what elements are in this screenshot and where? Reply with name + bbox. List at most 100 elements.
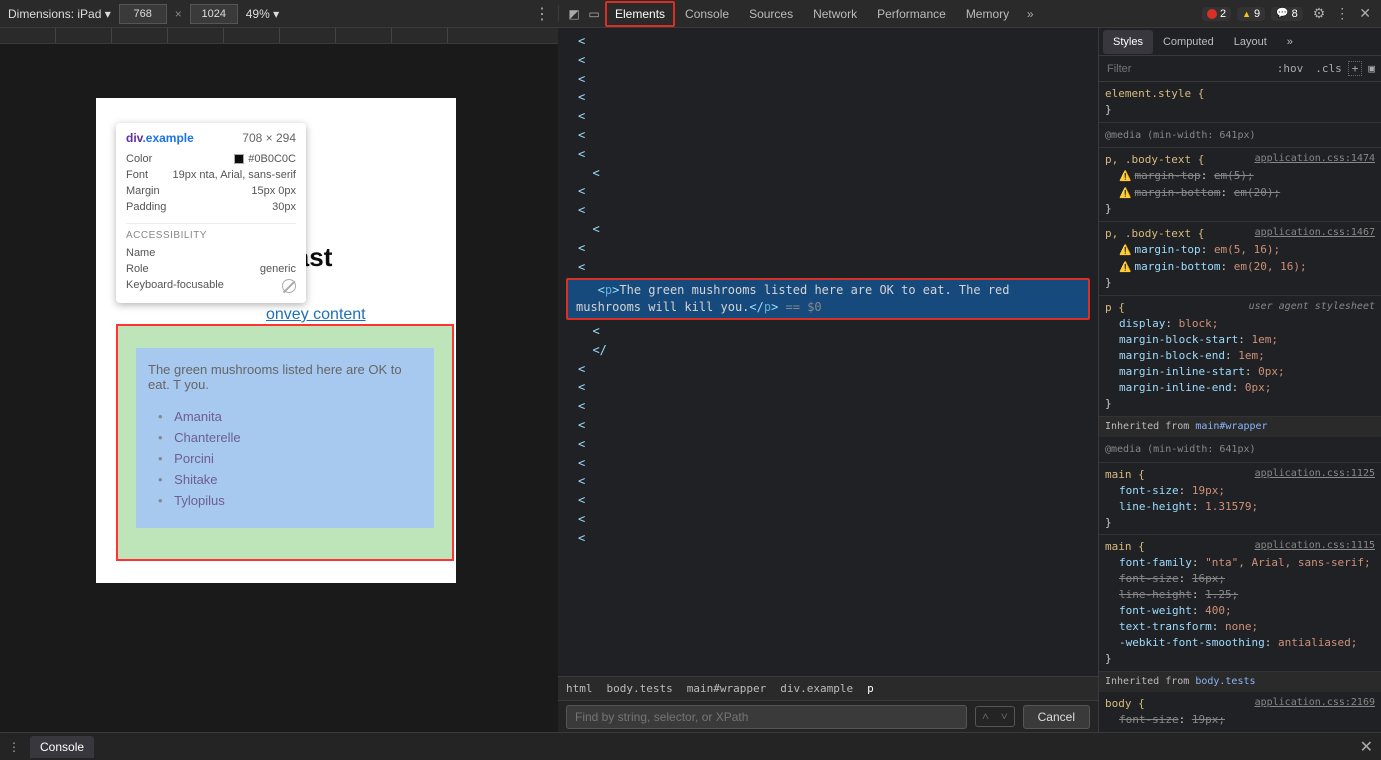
source-link[interactable]: application.css:1467 <box>1255 226 1375 241</box>
css-rule[interactable]: application.css:1115main {font-family: "… <box>1099 535 1381 672</box>
styles-tab-layout[interactable]: Layout <box>1224 30 1277 54</box>
tooltip-role-value: generic <box>260 263 296 275</box>
elements-panel: <<<<<<< <<< <<< <p>The green mushrooms l… <box>558 28 1098 732</box>
styles-filter-input[interactable] <box>1099 59 1271 79</box>
dom-node[interactable]: < <box>566 510 1090 529</box>
drawer-menu-icon[interactable]: ⋮ <box>8 740 20 754</box>
dom-node[interactable]: </ <box>566 341 1090 360</box>
list-item: Chanterelle <box>158 427 422 448</box>
dom-node[interactable]: < <box>566 32 1090 51</box>
inherited-from-header: Inherited from body.tests <box>1099 672 1381 693</box>
search-prev-icon[interactable]: ˄ <box>976 707 995 726</box>
search-next-icon[interactable]: ˅ <box>995 707 1014 726</box>
styles-tab-computed[interactable]: Computed <box>1153 30 1224 54</box>
list-item: Shitake <box>158 469 422 490</box>
dom-node[interactable]: < <box>566 88 1090 107</box>
dom-node[interactable]: < <box>566 201 1090 220</box>
styles-box-model-icon[interactable]: ▣ <box>1362 62 1381 75</box>
dom-node[interactable]: < <box>566 397 1090 416</box>
tooltip-margin-value: 15px 0px <box>251 185 296 197</box>
devtools-tab-elements[interactable]: Elements <box>605 1 675 27</box>
settings-gear-icon[interactable]: ⚙ <box>1309 5 1330 22</box>
elements-search-input[interactable] <box>566 705 967 729</box>
warnings-badge[interactable]: 9 <box>1237 7 1265 21</box>
styles-more-tabs-icon[interactable]: » <box>1277 30 1303 54</box>
breadcrumb-item[interactable]: main#wrapper <box>687 682 766 695</box>
dom-node[interactable]: < <box>566 164 1090 183</box>
inner-content-box: The green mushrooms listed here are OK t… <box>136 348 434 528</box>
dom-node[interactable]: < <box>566 145 1090 164</box>
media-query: @media (min-width: 641px) <box>1099 123 1381 149</box>
width-input[interactable] <box>119 4 167 24</box>
errors-badge[interactable]: 2 <box>1202 7 1231 21</box>
devtools-tab-memory[interactable]: Memory <box>956 1 1019 27</box>
close-devtools-icon[interactable]: ✕ <box>1355 5 1375 22</box>
dom-node[interactable]: < <box>566 239 1090 258</box>
breadcrumb-item[interactable]: body.tests <box>607 682 673 695</box>
hov-toggle[interactable]: :hov <box>1271 62 1310 75</box>
styles-tab-styles[interactable]: Styles <box>1103 30 1153 54</box>
css-rule[interactable]: user agent stylesheetp {display: block;m… <box>1099 296 1381 417</box>
breadcrumb-item[interactable]: p <box>867 682 874 695</box>
dom-node[interactable]: < <box>566 529 1090 548</box>
source-link[interactable]: application.css:1115 <box>1255 539 1375 554</box>
css-rule[interactable]: application.css:1467p, .body-text {margi… <box>1099 222 1381 296</box>
height-input[interactable] <box>190 4 238 24</box>
search-nav: ˄ ˅ <box>975 706 1015 727</box>
dom-node[interactable]: < <box>566 70 1090 89</box>
dom-tree[interactable]: <<<<<<< <<< <<< <p>The green mushrooms l… <box>558 28 1098 676</box>
toggle-device-icon[interactable]: ▭ <box>585 7 603 21</box>
rendered-page[interactable]: div.example 708 × 294 Color#0B0C0C Font1… <box>96 98 456 583</box>
devtools-tab-sources[interactable]: Sources <box>739 1 803 27</box>
breadcrumb-item[interactable]: div.example <box>780 682 853 695</box>
source-link[interactable]: application.css:1474 <box>1255 152 1375 167</box>
dom-node[interactable]: < <box>566 416 1090 435</box>
not-focusable-icon <box>282 279 296 293</box>
devtools-tab-console[interactable]: Console <box>675 1 739 27</box>
source-link[interactable]: application.css:1125 <box>1255 467 1375 482</box>
new-style-rule-icon[interactable]: + <box>1348 61 1363 76</box>
dom-node[interactable]: < <box>566 322 1090 341</box>
css-rule[interactable]: application.css:2169body {font-size: 19p… <box>1099 692 1381 732</box>
devtools-tab-network[interactable]: Network <box>803 1 867 27</box>
cancel-button[interactable]: Cancel <box>1023 705 1090 729</box>
highlighted-example-box[interactable]: The green mushrooms listed here are OK t… <box>116 324 454 561</box>
drawer-close-icon[interactable]: ✕ <box>1360 737 1373 757</box>
dom-node[interactable]: < <box>566 454 1090 473</box>
styles-rules-list[interactable]: element.style {}@media (min-width: 641px… <box>1099 82 1381 732</box>
selected-dom-node[interactable]: <p>The green mushrooms listed here are O… <box>566 278 1090 320</box>
dom-node[interactable]: < <box>566 360 1090 379</box>
dom-node[interactable]: < <box>566 220 1090 239</box>
css-rule[interactable]: element.style {} <box>1099 82 1381 123</box>
cls-toggle[interactable]: .cls <box>1309 62 1348 75</box>
inspect-element-icon[interactable]: ◩ <box>565 7 583 21</box>
page-link-fragment[interactable]: onvey content <box>266 306 366 324</box>
console-drawer-tab[interactable]: Console <box>30 736 94 758</box>
dom-node[interactable]: < <box>566 126 1090 145</box>
styles-filter-row: :hov .cls + ▣ <box>1099 56 1381 82</box>
tooltip-color-value: #0B0C0C <box>248 153 296 165</box>
dom-node[interactable]: < <box>566 491 1090 510</box>
css-rule[interactable]: application.css:1474p, .body-text {margi… <box>1099 148 1381 222</box>
source-link[interactable]: application.css:2169 <box>1255 696 1375 711</box>
dom-node[interactable]: < <box>566 378 1090 397</box>
zoom-dropdown[interactable]: 49% ▾ <box>246 7 279 21</box>
breadcrumb-item[interactable]: html <box>566 682 593 695</box>
dimensions-dropdown[interactable]: Dimensions: iPad ▾ <box>8 7 111 21</box>
device-toolbar: Dimensions: iPad ▾ × 49% ▾ ⋮ <box>0 4 558 24</box>
dom-node[interactable]: < <box>566 435 1090 454</box>
more-tabs-icon[interactable]: » <box>1021 7 1039 21</box>
dom-breadcrumb[interactable]: html body.tests main#wrapper div.example p <box>558 676 1098 700</box>
device-toolbar-menu-icon[interactable]: ⋮ <box>534 4 550 24</box>
dom-node[interactable]: < <box>566 107 1090 126</box>
dom-node[interactable]: < <box>566 472 1090 491</box>
messages-badge[interactable]: 8 <box>1271 7 1303 21</box>
css-rule[interactable]: application.css:1125main {font-size: 19p… <box>1099 463 1381 536</box>
dom-node[interactable]: < <box>566 258 1090 277</box>
dom-node[interactable]: < <box>566 51 1090 70</box>
tooltip-tag: div <box>126 131 142 145</box>
dom-node[interactable]: < <box>566 182 1090 201</box>
tooltip-font-label: Font <box>126 169 148 181</box>
devtools-menu-icon[interactable]: ⋮ <box>1331 5 1353 22</box>
devtools-tab-performance[interactable]: Performance <box>867 1 956 27</box>
